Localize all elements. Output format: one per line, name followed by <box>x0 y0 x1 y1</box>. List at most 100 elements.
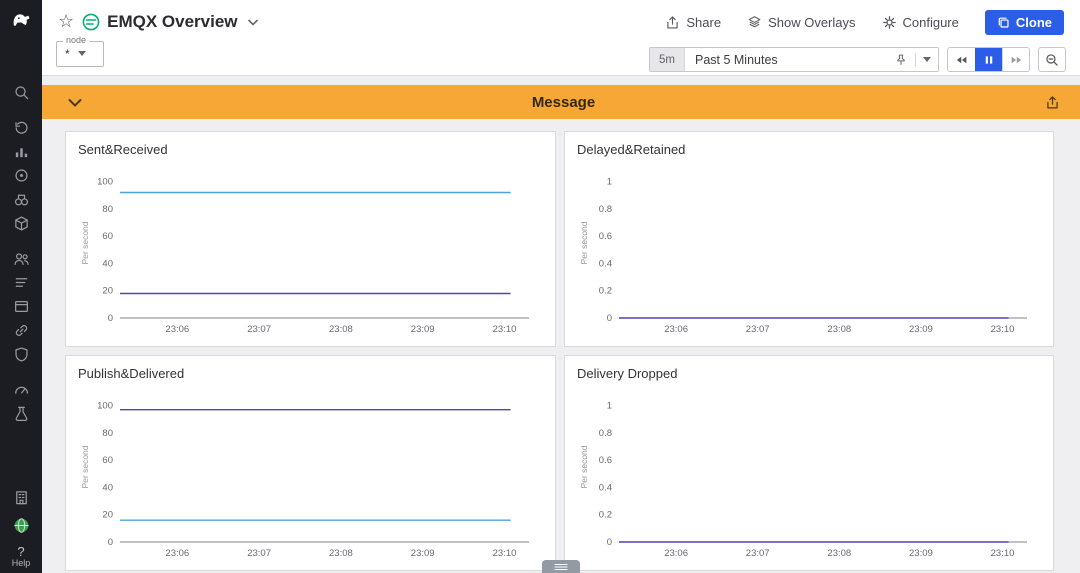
svg-text:23:10: 23:10 <box>493 548 517 559</box>
density-toggle[interactable] <box>542 560 580 573</box>
binoculars-icon[interactable] <box>7 189 35 209</box>
svg-text:23:08: 23:08 <box>827 548 851 559</box>
svg-text:20: 20 <box>102 286 113 297</box>
svg-text:40: 40 <box>102 258 113 269</box>
chart-title: Delivery Dropped <box>577 366 1043 381</box>
question-icon: ? <box>17 545 24 558</box>
svg-text:0: 0 <box>108 313 113 324</box>
flask-icon[interactable] <box>7 403 35 423</box>
search-icon[interactable] <box>7 82 35 102</box>
zoom-out-icon <box>1045 53 1059 67</box>
svg-text:80: 80 <box>102 428 113 439</box>
svg-text:23:07: 23:07 <box>746 548 770 559</box>
time-forward-button[interactable] <box>1002 48 1029 71</box>
charts-grid: Sent&Received 020406080100Per second23:0… <box>42 119 1080 571</box>
window-icon[interactable] <box>7 296 35 316</box>
line-chart[interactable]: 00.20.40.60.81Per second23:0623:0723:082… <box>575 384 1043 560</box>
group-title: Message <box>82 94 1045 111</box>
svg-text:23:08: 23:08 <box>329 548 353 559</box>
node-filter-label: node <box>63 35 89 45</box>
users-icon[interactable] <box>7 248 35 268</box>
svg-text:23:07: 23:07 <box>247 324 271 335</box>
chart-panel-sent-received: Sent&Received 020406080100Per second23:0… <box>65 131 556 347</box>
line-chart[interactable]: 020406080100Per second23:0623:0723:0823:… <box>76 384 545 560</box>
list-icon <box>553 563 569 571</box>
main-area: ☆ EMQX Overview Share Show O <box>42 0 1080 573</box>
svg-text:Per second: Per second <box>579 221 589 264</box>
dashboard-content: Message Sent&Received 020406080100Per se… <box>42 76 1080 573</box>
watchdog-icon[interactable] <box>7 165 35 185</box>
svg-text:100: 100 <box>97 401 113 412</box>
favorite-star-icon[interactable]: ☆ <box>58 13 74 31</box>
svg-text:23:10: 23:10 <box>493 324 517 335</box>
svg-text:100: 100 <box>97 177 113 188</box>
zoom-out-button[interactable] <box>1038 47 1066 72</box>
collapse-group-icon[interactable] <box>68 98 82 107</box>
gauge-icon[interactable] <box>7 379 35 399</box>
svg-text:20: 20 <box>102 510 113 521</box>
node-filter-select[interactable]: node * <box>56 41 104 67</box>
line-chart[interactable]: 020406080100Per second23:0623:0723:0823:… <box>76 160 545 336</box>
globe-icon[interactable] <box>7 515 35 535</box>
shield-icon[interactable] <box>7 344 35 364</box>
svg-text:23:06: 23:06 <box>664 548 688 559</box>
svg-text:23:08: 23:08 <box>827 324 851 335</box>
svg-text:0: 0 <box>607 313 612 324</box>
line-chart[interactable]: 00.20.40.60.81Per second23:0623:0723:082… <box>575 160 1043 336</box>
chart-panel-delayed-retained: Delayed&Retained 00.20.40.60.81Per secon… <box>564 131 1054 347</box>
copy-icon <box>997 16 1010 29</box>
svg-text:Per second: Per second <box>579 445 589 488</box>
svg-text:60: 60 <box>102 455 113 466</box>
dashboard-title: EMQX Overview <box>107 12 237 32</box>
svg-text:23:09: 23:09 <box>909 324 933 335</box>
chart-panel-publish-delivered: Publish&Delivered 020406080100Per second… <box>65 355 556 571</box>
node-filter-value: * <box>65 47 70 61</box>
configure-button[interactable]: Configure <box>882 15 959 30</box>
emqx-logo-icon <box>81 12 101 32</box>
link-icon[interactable] <box>7 320 35 340</box>
svg-text:23:06: 23:06 <box>165 324 189 335</box>
svg-text:23:10: 23:10 <box>991 324 1015 335</box>
chevron-down-icon <box>78 51 86 56</box>
time-range-picker[interactable]: 5m Past 5 Minutes <box>649 47 939 72</box>
logs-icon[interactable] <box>7 272 35 292</box>
group-header-message[interactable]: Message <box>42 85 1080 119</box>
svg-text:0.6: 0.6 <box>599 455 612 466</box>
overlays-icon <box>747 15 762 30</box>
sidebar-nav: ? Help <box>0 0 42 573</box>
svg-text:23:09: 23:09 <box>411 548 435 559</box>
package-icon[interactable] <box>7 213 35 233</box>
svg-text:23:06: 23:06 <box>165 548 189 559</box>
building-icon[interactable] <box>7 487 35 507</box>
dashboard-header: ☆ EMQX Overview Share Show O <box>42 0 1080 44</box>
help-label: Help <box>12 558 31 568</box>
svg-text:1: 1 <box>607 401 612 412</box>
svg-text:23:07: 23:07 <box>247 548 271 559</box>
svg-text:23:07: 23:07 <box>746 324 770 335</box>
time-dropdown-icon[interactable] <box>923 57 931 62</box>
pin-icon[interactable] <box>894 53 908 67</box>
clone-button[interactable]: Clone <box>985 10 1064 35</box>
pause-icon <box>982 54 996 66</box>
share-button[interactable]: Share <box>665 15 721 30</box>
svg-text:23:09: 23:09 <box>411 324 435 335</box>
pause-button[interactable] <box>975 48 1002 71</box>
svg-text:0.8: 0.8 <box>599 204 612 215</box>
svg-text:Per second: Per second <box>80 445 90 488</box>
export-group-icon[interactable] <box>1045 95 1060 110</box>
help-button[interactable]: ? Help <box>12 545 31 568</box>
app-logo-icon[interactable] <box>0 0 42 42</box>
svg-text:23:10: 23:10 <box>991 548 1015 559</box>
svg-text:1: 1 <box>607 177 612 188</box>
svg-text:23:08: 23:08 <box>329 324 353 335</box>
time-nav-group <box>947 47 1030 72</box>
time-range-label: Past 5 Minutes <box>695 53 778 67</box>
show-overlays-button[interactable]: Show Overlays <box>747 15 855 30</box>
history-icon[interactable] <box>7 117 35 137</box>
title-dropdown-icon[interactable] <box>248 19 258 26</box>
share-icon <box>665 15 680 30</box>
metrics-icon[interactable] <box>7 141 35 161</box>
svg-text:23:06: 23:06 <box>664 324 688 335</box>
time-backward-button[interactable] <box>948 48 975 71</box>
svg-text:0.2: 0.2 <box>599 510 612 521</box>
